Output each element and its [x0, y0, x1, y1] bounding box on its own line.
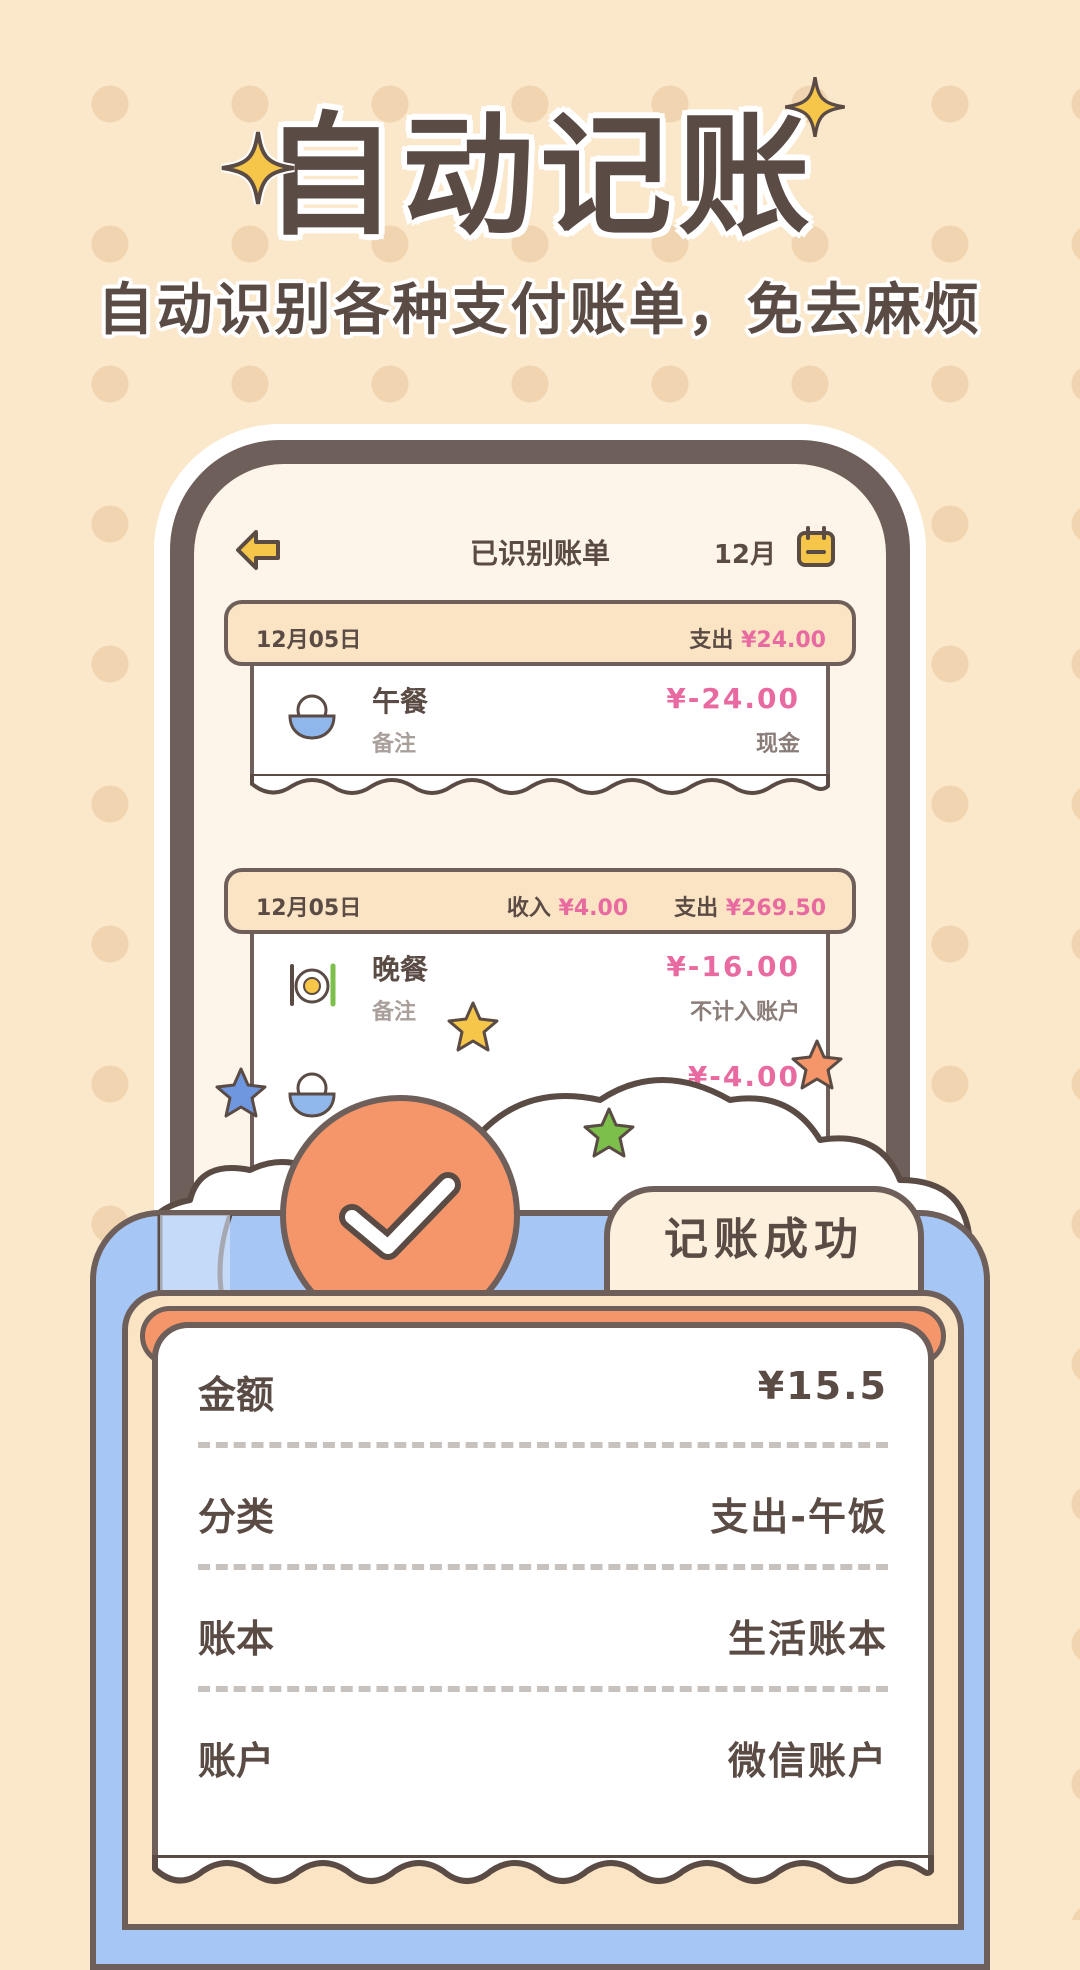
sparkle-icon: [785, 77, 845, 137]
list-item[interactable]: 午餐 备注 ¥-24.00 现金: [254, 666, 826, 776]
entry-note: 备注: [372, 732, 417, 757]
receipt-row-book: 账本 生活账本: [198, 1572, 888, 1692]
dashed-divider: [198, 1442, 888, 1448]
expense-value: ¥269.50: [725, 896, 826, 921]
rice-bowl-icon: [288, 694, 336, 740]
calendar-icon[interactable]: [796, 526, 836, 568]
star-icon: [215, 1067, 267, 1118]
wavy-edge: [250, 774, 830, 795]
day-totals: 支出 ¥24.00: [689, 622, 826, 654]
star-icon: [791, 1039, 843, 1090]
month-selector[interactable]: 12月: [714, 534, 776, 571]
day-header: 12月05日 支出 ¥24.00: [224, 600, 856, 666]
day-date: 12月05日: [256, 896, 362, 921]
hero-title: 自动记账: [264, 100, 816, 254]
entry-account: 现金: [755, 732, 800, 757]
entry-amount: ¥-16.00: [666, 950, 800, 983]
entry-name: 午餐: [372, 685, 429, 718]
sparkle-icon: [221, 131, 295, 205]
expense-label: 支出: [674, 896, 719, 921]
list-item[interactable]: 晚餐 备注 ¥-16.00 不计入账户: [254, 934, 826, 1044]
row-label: 账户: [198, 1739, 275, 1783]
dashed-divider: [198, 1564, 888, 1570]
dinner-plate-icon: [290, 963, 336, 1007]
success-tab: 记账成功: [604, 1186, 924, 1296]
receipt-row-amount: 金额 ¥15.5: [198, 1328, 888, 1448]
receipt-wavy-edge: [152, 1855, 934, 1884]
day-totals: 收入 ¥4.00 支出 ¥269.50: [507, 890, 826, 922]
row-value: 微信账户: [727, 1739, 888, 1783]
screen-title: 已识别账单: [469, 537, 610, 570]
row-value: 支出-午饭: [710, 1495, 888, 1539]
hero-subtitle: 自动识别各种支付账单，免去麻烦: [97, 278, 983, 343]
star-icon: [447, 1001, 499, 1052]
receipt-row-category: 分类 支出-午饭: [198, 1450, 888, 1570]
entry-account: 不计入账户: [689, 1000, 800, 1025]
day-date: 12月05日: [256, 628, 362, 653]
dashed-divider: [198, 1686, 888, 1692]
entry-name: 晚餐: [372, 953, 429, 986]
entry-note: 备注: [372, 1000, 417, 1025]
receipt-card: 金额 ¥15.5 分类 支出-午饭 账本 生活账本 账户 微信账户: [152, 1322, 934, 1862]
row-label: 账本: [198, 1617, 275, 1661]
income-value: ¥4.00: [558, 896, 629, 921]
entry-card: 午餐 备注 ¥-24.00 现金: [250, 666, 830, 782]
row-label: 金额: [198, 1373, 275, 1417]
entry-amount: ¥-24.00: [666, 682, 800, 715]
star-icon: [583, 1107, 635, 1158]
expense-value: ¥24.00: [741, 628, 826, 653]
receipt-row-account: 账户 微信账户: [198, 1694, 888, 1814]
row-value: ¥15.5: [757, 1364, 888, 1408]
top-bar: 已识别账单 12月: [194, 524, 886, 584]
income-label: 收入: [506, 896, 551, 921]
row-label: 分类: [198, 1495, 275, 1539]
row-value: 生活账本: [727, 1617, 888, 1661]
expense-label: 支出: [689, 628, 734, 653]
day-header: 12月05日 收入 ¥4.00 支出 ¥269.50: [224, 868, 856, 934]
